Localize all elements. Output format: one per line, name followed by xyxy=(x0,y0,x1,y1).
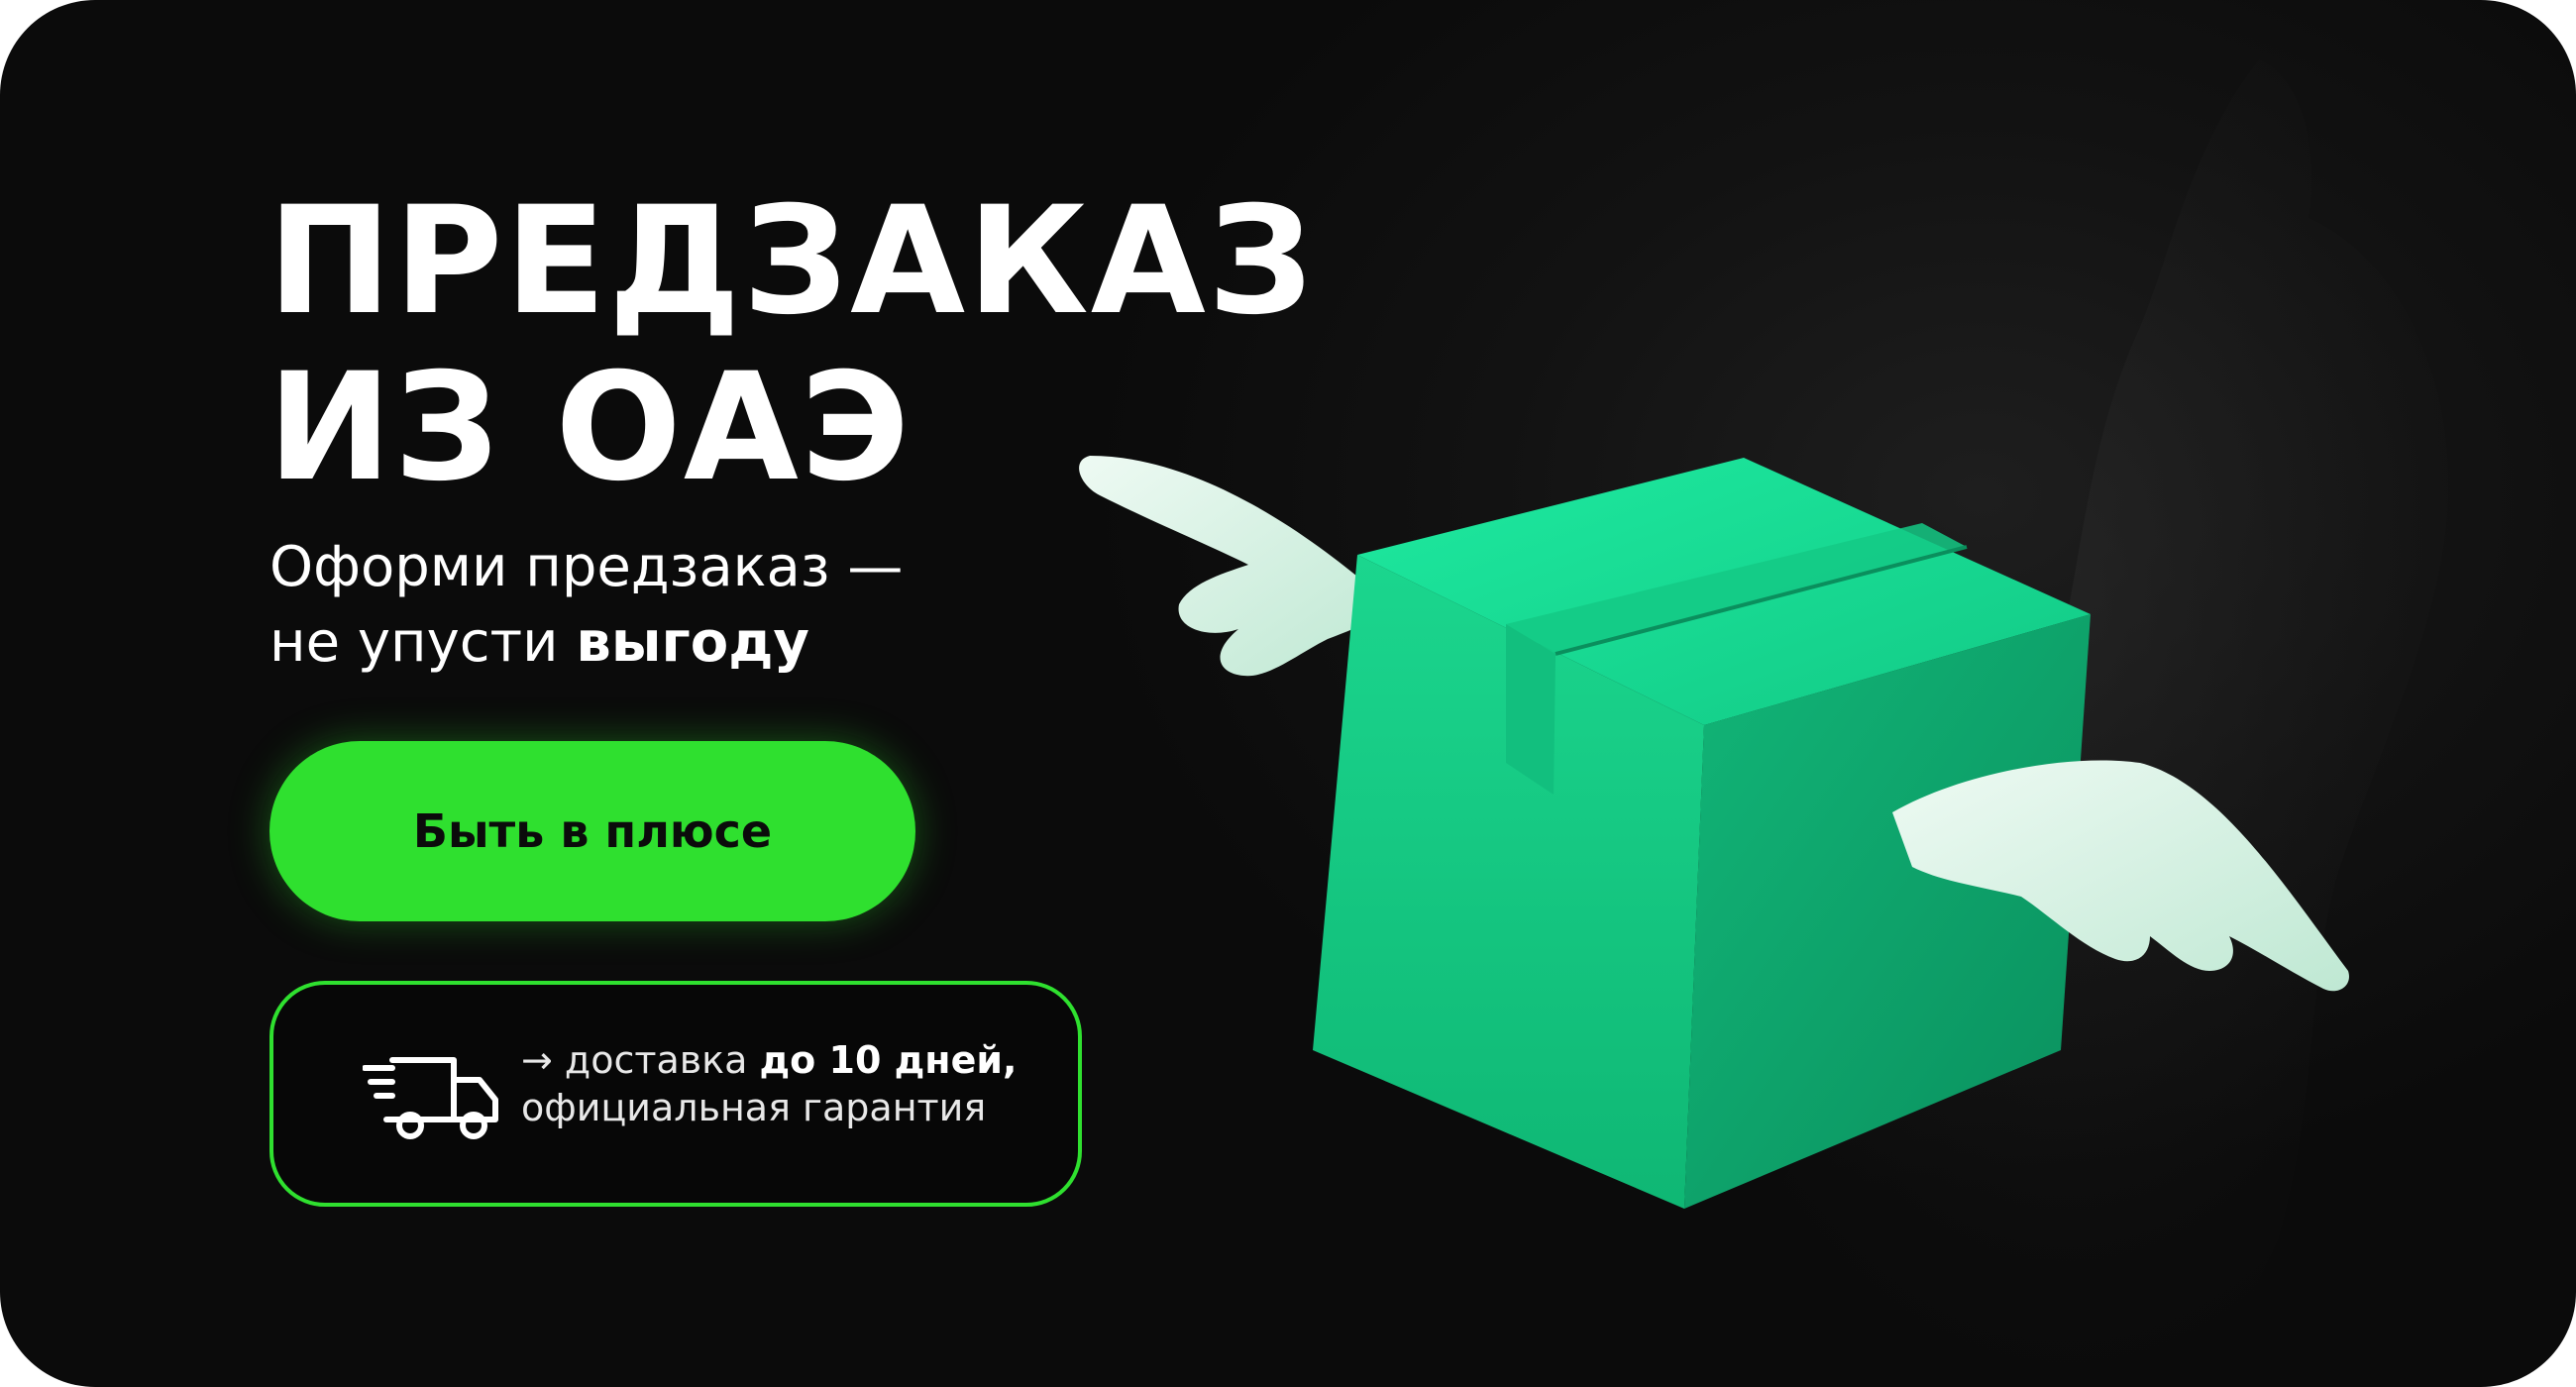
subtitle-line-2-prefix: не упусти xyxy=(269,610,559,675)
title-line-1: ПРЕДЗАКАЗ xyxy=(268,175,1316,348)
subtitle-line-1: Оформи предзаказ — xyxy=(269,535,904,599)
delivery-line-2: официальная гарантия xyxy=(521,1086,987,1129)
cta-button[interactable]: Быть в плюсе xyxy=(269,741,915,921)
delivery-line-1: → доставка до 10 дней, xyxy=(521,1036,1017,1084)
delivery-info-box: → доставка до 10 дней, официальная гаран… xyxy=(269,981,1082,1207)
preorder-banner: ПРЕДЗАКАЗ ИЗ ОАЭ Оформи предзаказ — не у… xyxy=(0,0,2576,1387)
delivery-prefix: → доставка xyxy=(521,1038,748,1082)
subtitle-line-2-bold: выгоду xyxy=(576,610,809,675)
delivery-truck-icon xyxy=(363,1057,498,1139)
delivery-info-text: → доставка до 10 дней, официальная гаран… xyxy=(521,1036,1017,1131)
delivery-days: до 10 дней, xyxy=(759,1038,1018,1082)
subtitle: Оформи предзаказ — не упусти выгоду xyxy=(269,530,903,681)
winged-box-illustration xyxy=(1079,456,2349,1209)
subtitle-line-2: не упусти выгоду xyxy=(269,605,903,681)
left-wing xyxy=(1079,456,1387,677)
